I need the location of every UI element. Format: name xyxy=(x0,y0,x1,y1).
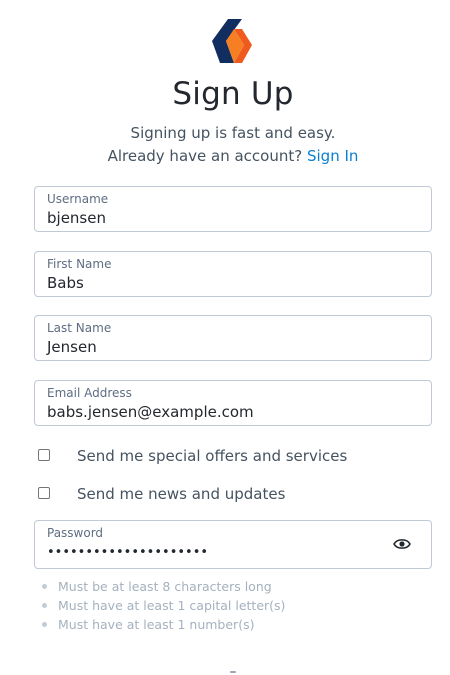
news-checkbox-label[interactable]: Send me news and updates xyxy=(77,485,285,503)
password-field[interactable]: Password ••••••••••••••••••••• xyxy=(34,520,432,569)
last-name-input[interactable]: Jensen xyxy=(47,338,387,356)
sign-in-link[interactable]: Sign In xyxy=(307,147,358,165)
email-input[interactable]: babs.jensen@example.com xyxy=(47,403,387,421)
email-field[interactable]: Email Address babs.jensen@example.com xyxy=(34,380,432,426)
news-option[interactable]: Send me news and updates xyxy=(38,485,438,505)
username-field[interactable]: Username bjensen xyxy=(34,186,432,232)
eye-icon[interactable] xyxy=(393,537,411,551)
news-checkbox[interactable] xyxy=(38,487,50,499)
bullet-icon xyxy=(42,584,47,589)
scroll-indicator xyxy=(230,671,236,673)
password-input[interactable]: ••••••••••••••••••••• xyxy=(47,545,387,560)
brand-logo-icon xyxy=(212,19,252,63)
first-name-field[interactable]: First Name Babs xyxy=(34,251,432,297)
password-rule: Must have at least 1 number(s) xyxy=(42,616,285,635)
username-label: Username xyxy=(47,192,109,206)
first-name-input[interactable]: Babs xyxy=(47,274,387,292)
password-rule: Must have at least 1 capital letter(s) xyxy=(42,597,285,616)
password-requirements: Must be at least 8 characters long Must … xyxy=(42,578,285,635)
first-name-label: First Name xyxy=(47,257,112,271)
last-name-field[interactable]: Last Name Jensen xyxy=(34,315,432,361)
page-title: Sign Up xyxy=(172,76,294,112)
bullet-icon xyxy=(42,603,47,608)
password-label: Password xyxy=(47,526,104,540)
password-rule: Must be at least 8 characters long xyxy=(42,578,285,597)
offers-checkbox[interactable] xyxy=(38,449,50,461)
account-prompt-text: Already have an account? xyxy=(107,147,303,165)
signin-prompt: Already have an account? Sign In xyxy=(0,147,450,165)
offers-checkbox-label[interactable]: Send me special offers and services xyxy=(77,447,347,465)
signup-subtitle: Signing up is fast and easy. xyxy=(130,124,336,142)
bullet-icon xyxy=(42,622,47,627)
last-name-label: Last Name xyxy=(47,321,112,335)
email-label: Email Address xyxy=(47,386,132,400)
username-input[interactable]: bjensen xyxy=(47,209,387,227)
offers-option[interactable]: Send me special offers and services xyxy=(38,447,438,467)
